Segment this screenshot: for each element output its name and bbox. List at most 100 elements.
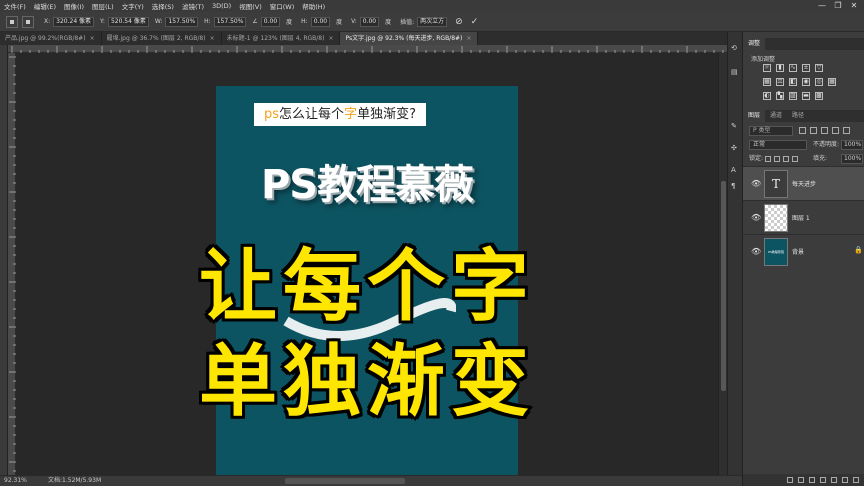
minimize-icon[interactable]: —: [814, 0, 830, 12]
visibility-eye-icon[interactable]: 👁: [751, 213, 761, 222]
photo-filter-icon[interactable]: ◉: [802, 78, 810, 86]
vibrance-icon[interactable]: ▽: [815, 64, 823, 72]
layer-style-icon[interactable]: [798, 477, 804, 483]
horizontal-scrollbar[interactable]: [285, 478, 405, 484]
clone-source-icon[interactable]: ✣: [731, 144, 737, 152]
vertical-scrollbar[interactable]: [718, 53, 727, 475]
interpolation-select[interactable]: 两次立方: [417, 16, 448, 27]
tab-channels[interactable]: 通道: [765, 110, 787, 122]
new-group-icon[interactable]: [831, 477, 837, 483]
x-field[interactable]: 320.24 像素: [53, 16, 95, 27]
selective-color-icon[interactable]: ▩: [815, 92, 823, 100]
transform-tool-icon[interactable]: [6, 15, 18, 28]
link-layers-icon[interactable]: [787, 477, 793, 483]
lock-position-icon[interactable]: [783, 156, 789, 162]
smart-object-filter-icon[interactable]: [843, 127, 850, 134]
menu-layer[interactable]: 图层(L): [92, 1, 114, 11]
menu-select[interactable]: 选择(S): [152, 1, 174, 11]
visibility-eye-icon[interactable]: 👁: [751, 247, 761, 256]
fill-field[interactable]: 100%: [841, 154, 863, 164]
adjustment-filter-icon[interactable]: [810, 127, 817, 134]
tab-layers[interactable]: 图层: [743, 110, 766, 122]
y-field[interactable]: 520.54 像素: [107, 16, 149, 27]
channel-mixer-icon[interactable]: ◎: [815, 78, 823, 86]
exposure-icon[interactable]: ±: [802, 64, 810, 72]
tab-ps-text[interactable]: Ps文字.jpg @ 92.3% (每天进步, RGB/8#) ×: [340, 32, 479, 45]
hue-saturation-icon[interactable]: ▦: [763, 78, 771, 86]
photoshop-window: 文件(F) 编辑(E) 图像(I) 图层(L) 文字(Y) 选择(S) 滤镜(T…: [0, 0, 864, 486]
gradient-map-icon[interactable]: ▬: [802, 92, 810, 100]
paragraph-icon[interactable]: ¶: [731, 182, 735, 190]
black-white-icon[interactable]: ◧: [789, 78, 797, 86]
layer-row-background[interactable]: 👁 PS教程慕薇 背景 🔒: [743, 234, 864, 268]
status-bar: 92.31% 文档:1.52M/5.93M: [0, 475, 742, 486]
history-icon[interactable]: ⟲: [731, 44, 737, 52]
h-skew-field[interactable]: 0.00: [310, 16, 331, 27]
properties-icon[interactable]: ▤: [731, 68, 738, 76]
tab-lvbu[interactable]: 履埠.jpg @ 36.7% (图层 2, RGB/8) ×: [102, 32, 222, 45]
zoom-level[interactable]: 92.31%: [4, 476, 27, 486]
ruler-ticks: [11, 46, 733, 53]
pixel-filter-icon[interactable]: [799, 127, 806, 134]
blend-mode-select[interactable]: 正常: [749, 140, 807, 150]
scrollbar-thumb[interactable]: [721, 181, 726, 391]
tab-close-icon[interactable]: ×: [466, 35, 471, 42]
lock-transparency-icon[interactable]: [765, 156, 771, 162]
posterize-icon[interactable]: ▚: [776, 92, 784, 100]
type-filter-icon[interactable]: [821, 127, 828, 134]
menu-image[interactable]: 图像(I): [64, 1, 84, 11]
w-field[interactable]: 157.50%: [165, 16, 199, 27]
threshold-icon[interactable]: ▨: [789, 92, 797, 100]
h-field[interactable]: 157.50%: [213, 16, 247, 27]
tab-close-icon[interactable]: ×: [90, 35, 95, 42]
opacity-field[interactable]: 100%: [841, 140, 863, 150]
commit-transform-icon[interactable]: ✓: [471, 17, 479, 27]
layer-filter-select[interactable]: P 类型: [749, 126, 793, 136]
character-icon[interactable]: A: [731, 166, 736, 174]
restore-icon[interactable]: ❐: [830, 0, 846, 12]
menu-view[interactable]: 视图(V): [239, 1, 262, 11]
tab-close-icon[interactable]: ×: [210, 35, 215, 42]
cancel-transform-icon[interactable]: ⊘: [455, 17, 463, 27]
tab-product[interactable]: 产品.jpg @ 99.2%(RGB/8#) ×: [0, 32, 102, 45]
tab-untitled[interactable]: 未标题-1 @ 123% (图层 4, RGB/8) ×: [222, 32, 341, 45]
shape-filter-icon[interactable]: [832, 127, 839, 134]
reference-point-icon[interactable]: [22, 15, 34, 28]
add-mask-icon[interactable]: [809, 477, 815, 483]
menu-help[interactable]: 帮助(H): [302, 1, 325, 11]
tab-paths[interactable]: 路径: [787, 110, 809, 122]
lock-label: 锁定:: [749, 155, 764, 162]
h-skew-unit: 度: [336, 19, 343, 26]
levels-icon[interactable]: ▮: [776, 64, 784, 72]
canvas-workspace[interactable]: ps怎么让每个字单独渐变? PS教程慕薇 让每个字 单独渐变: [16, 53, 718, 475]
layer-row-text[interactable]: 👁 T 每天进步: [743, 166, 864, 200]
horizontal-ruler: [8, 45, 734, 53]
menu-type[interactable]: 文字(Y): [122, 1, 144, 11]
curves-icon[interactable]: ∿: [789, 64, 797, 72]
color-lookup-icon[interactable]: ▦: [828, 78, 836, 86]
delete-layer-icon[interactable]: [853, 477, 859, 483]
invert-icon[interactable]: ◐: [763, 92, 771, 100]
color-balance-icon[interactable]: ⚖: [776, 78, 784, 86]
tab-adjustments[interactable]: 调整: [743, 38, 766, 50]
menu-filter[interactable]: 滤镜(T): [182, 1, 204, 11]
brightness-icon[interactable]: ☼: [763, 64, 771, 72]
menu-edit[interactable]: 编辑(E): [34, 1, 56, 11]
lock-all-icon[interactable]: [792, 156, 798, 162]
x-label: X:: [44, 18, 51, 25]
close-icon[interactable]: ✕: [846, 0, 862, 12]
new-adjustment-icon[interactable]: [820, 477, 826, 483]
menu-file[interactable]: 文件(F): [4, 1, 26, 11]
layer-row-layer1[interactable]: 👁 图层 1: [743, 200, 864, 234]
v-skew-field[interactable]: 0.00: [359, 16, 380, 27]
lock-pixels-icon[interactable]: [774, 156, 780, 162]
menu-3d[interactable]: 3D(D): [212, 2, 231, 10]
brush-icon[interactable]: ✎: [731, 122, 737, 130]
menu-window[interactable]: 窗口(W): [270, 1, 295, 11]
tools-panel[interactable]: [0, 45, 8, 475]
visibility-eye-icon[interactable]: 👁: [751, 179, 761, 188]
angle-field[interactable]: 0.00: [260, 16, 281, 27]
new-layer-icon[interactable]: [842, 477, 848, 483]
tab-close-icon[interactable]: ×: [328, 35, 333, 42]
h-skew-label: H:: [301, 18, 308, 25]
